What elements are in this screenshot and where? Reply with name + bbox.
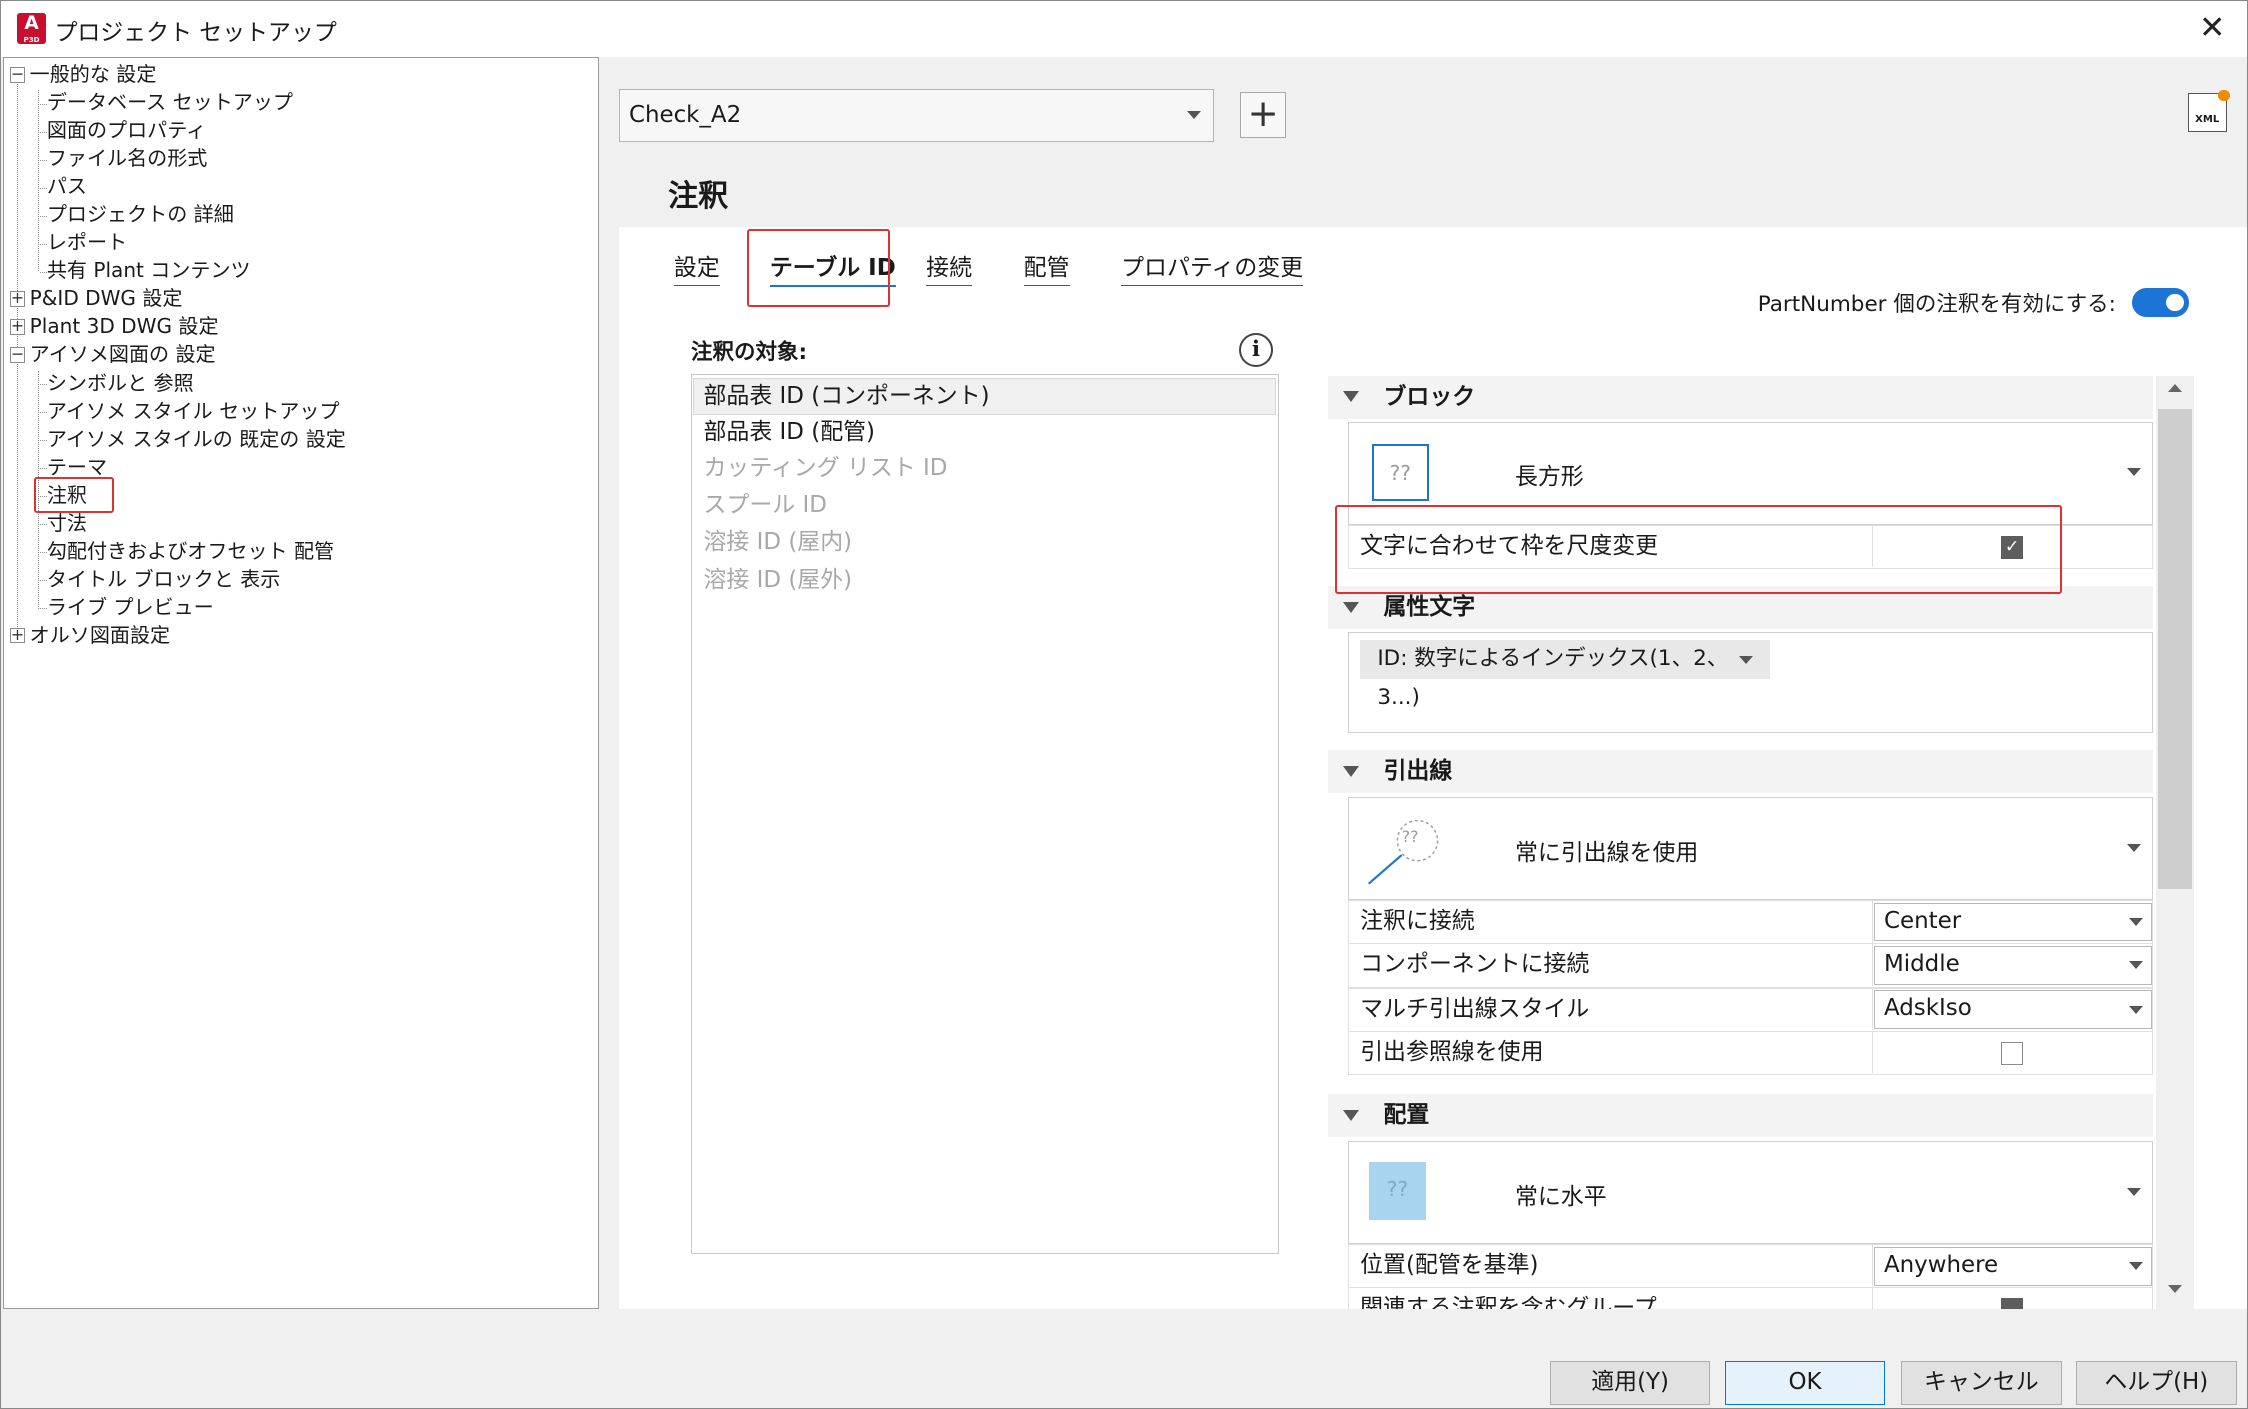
placement-value: 常に水平 (1514, 1183, 1607, 1210)
rectangle-shape-icon: ?? (1371, 444, 1429, 502)
targets-label: 注釈の対象: (691, 340, 808, 366)
tree-item[interactable]: アイソメ スタイルの 既定の 設定 (47, 426, 346, 453)
expand-icon[interactable]: + (9, 626, 26, 644)
tab-highlight-box (746, 229, 891, 307)
tree-item[interactable]: プロジェクトの 詳細 (47, 201, 234, 228)
position-dropdown[interactable]: Anywhere (1874, 1246, 2152, 1286)
scroll-down-icon[interactable] (2167, 1284, 2182, 1293)
chevron-down-icon (1186, 111, 1201, 119)
chevron-down-icon (2127, 1188, 2142, 1196)
tree-highlight-box (33, 476, 115, 513)
group-checkbox[interactable] (2000, 1298, 2024, 1309)
partnumber-toggle[interactable] (2131, 288, 2190, 317)
style-combo-value: Check_A2 (628, 101, 742, 128)
collapse-icon (1343, 1109, 1360, 1121)
scroll-up-icon[interactable] (2167, 384, 2182, 393)
collapse-icon (1343, 765, 1360, 777)
tree-item[interactable]: アイソメ スタイル セットアップ (47, 398, 340, 425)
help-button[interactable]: ヘルプ(H) (2075, 1360, 2237, 1406)
chevron-down-icon (2127, 844, 2142, 852)
tree-item[interactable]: 共有 Plant コンテンツ (47, 257, 251, 284)
info-icon[interactable]: i (1238, 332, 1274, 368)
scrollbar-thumb[interactable] (2157, 408, 2193, 889)
group-row: 関連する注釈を含むグループ (1347, 1287, 2154, 1309)
tab-connection[interactable]: 接続 (926, 248, 972, 286)
collapse-icon[interactable]: − (9, 346, 26, 363)
tree-item[interactable]: ファイル名の形式 (47, 145, 208, 172)
tree-item[interactable]: シンボルと 参照 (47, 370, 194, 397)
tree-item[interactable]: データベース セットアップ (47, 89, 293, 116)
settings-tree: − 一般的な 設定 データベース セットアップ 図面のプロパティ ファイル名の形式 パスプ… (2, 57, 600, 1309)
target-item-bom-component[interactable]: 部品表 ID (コンポーネント) (704, 378, 990, 415)
attach-component-row: コンポーネントに接続 Middle (1347, 943, 2154, 988)
target-item-cut-list: カッティング リスト ID (703, 454, 948, 481)
style-combo[interactable]: Check_A2 (619, 88, 1215, 142)
app-icon: A P3D (17, 12, 46, 45)
attach-component-dropdown[interactable]: Middle (1874, 945, 2152, 985)
leader-reference-checkbox[interactable] (2000, 1041, 2024, 1065)
ok-button[interactable]: OK (1724, 1360, 1886, 1406)
target-item-spool: スプール ID (703, 492, 827, 519)
xml-export-icon[interactable]: XML (2187, 89, 2230, 132)
target-item-bom-piping[interactable]: 部品表 ID (配管) (704, 414, 875, 451)
attr-text-dropdown[interactable]: ID: 数字によるインデックス(1、2、3...) (1360, 640, 1771, 710)
tree-item[interactable]: タイトル ブロックと 表示 (47, 566, 280, 593)
target-item-weld-field: 溶接 ID (屋外) (703, 566, 853, 593)
tree-item[interactable]: レポート (47, 229, 127, 256)
window-title: プロジェクト セットアップ (54, 19, 337, 46)
close-icon[interactable]: ✕ (2188, 6, 2237, 52)
section-placement-header[interactable]: 配置 (1327, 1093, 2154, 1137)
tree-item[interactable]: パス (47, 173, 87, 200)
targets-list: 部品表 ID (コンポーネント) 部品表 ID (配管) カッティング リスト … (691, 374, 1279, 1255)
tree-item[interactable]: Plant 3D DWG 設定 (30, 313, 219, 340)
multileader-style-dropdown[interactable]: AdskIso (1874, 990, 2152, 1029)
leader-value: 常に引出線を使用 (1514, 839, 1699, 866)
tree-item[interactable]: 寸法 (47, 510, 87, 537)
leader-icon (1368, 820, 1439, 885)
tab-settings[interactable]: 設定 (673, 248, 720, 286)
leader-reference-row: 引出参照線を使用 (1347, 1030, 2154, 1076)
tree-item[interactable]: 勾配付きおよびオフセット 配管 (47, 538, 334, 565)
section-leader-header[interactable]: 引出線 (1327, 749, 2154, 793)
section-block-header[interactable]: ブロック (1327, 375, 2154, 419)
tree-item[interactable]: 一般的な 設定 (30, 61, 157, 88)
target-item-weld-shop: 溶接 ID (屋内) (703, 529, 853, 556)
position-row: 位置(配管を基準) Anywhere (1347, 1244, 2154, 1289)
collapse-icon (1343, 602, 1360, 613)
chevron-down-icon (1738, 656, 1753, 664)
expand-icon[interactable]: + (9, 318, 26, 335)
collapse-icon[interactable]: − (9, 66, 26, 83)
leader-selector[interactable]: ?? 常に引出線を使用 (1347, 797, 2154, 901)
tree-item[interactable]: アイソメ図面の 設定 (30, 341, 216, 368)
add-style-button[interactable]: + (1240, 91, 1287, 138)
tree-item[interactable]: オルソ図面設定 (30, 622, 170, 649)
attach-annotation-row: 注釈に接続 Center (1347, 900, 2154, 945)
attr-card: ID: 数字によるインデックス(1、2、3...) (1347, 632, 2154, 733)
cancel-button[interactable]: キャンセル (1901, 1360, 2062, 1406)
apply-button[interactable]: 適用(Y) (1549, 1360, 1711, 1406)
tab-piping[interactable]: 配管 (1023, 248, 1070, 286)
multileader-style-row: マルチ引出線スタイル AdskIso (1347, 987, 2154, 1033)
chevron-down-icon (2127, 468, 2142, 476)
page-title: 注釈 (668, 178, 729, 214)
expand-icon[interactable]: + (9, 290, 26, 307)
title-bar (0, 0, 2248, 58)
tab-property-change[interactable]: プロパティの変更 (1121, 248, 1304, 286)
collapse-icon (1343, 391, 1360, 402)
placement-selector[interactable]: ?? 常に水平 (1347, 1141, 2154, 1245)
block-shape-value: 長方形 (1514, 463, 1584, 490)
tree-item[interactable]: 図面のプロパティ (47, 117, 206, 144)
tree-item[interactable]: ライブ プレビュー (47, 594, 214, 621)
scale-highlight-box (1334, 504, 2062, 594)
horizontal-placement-icon: ?? (1368, 1162, 1427, 1220)
tree-item[interactable]: P&ID DWG 設定 (30, 285, 183, 312)
attach-annotation-dropdown[interactable]: Center (1874, 902, 2152, 942)
partnumber-label: PartNumber 個の注釈を有効にする: (1757, 291, 2116, 317)
